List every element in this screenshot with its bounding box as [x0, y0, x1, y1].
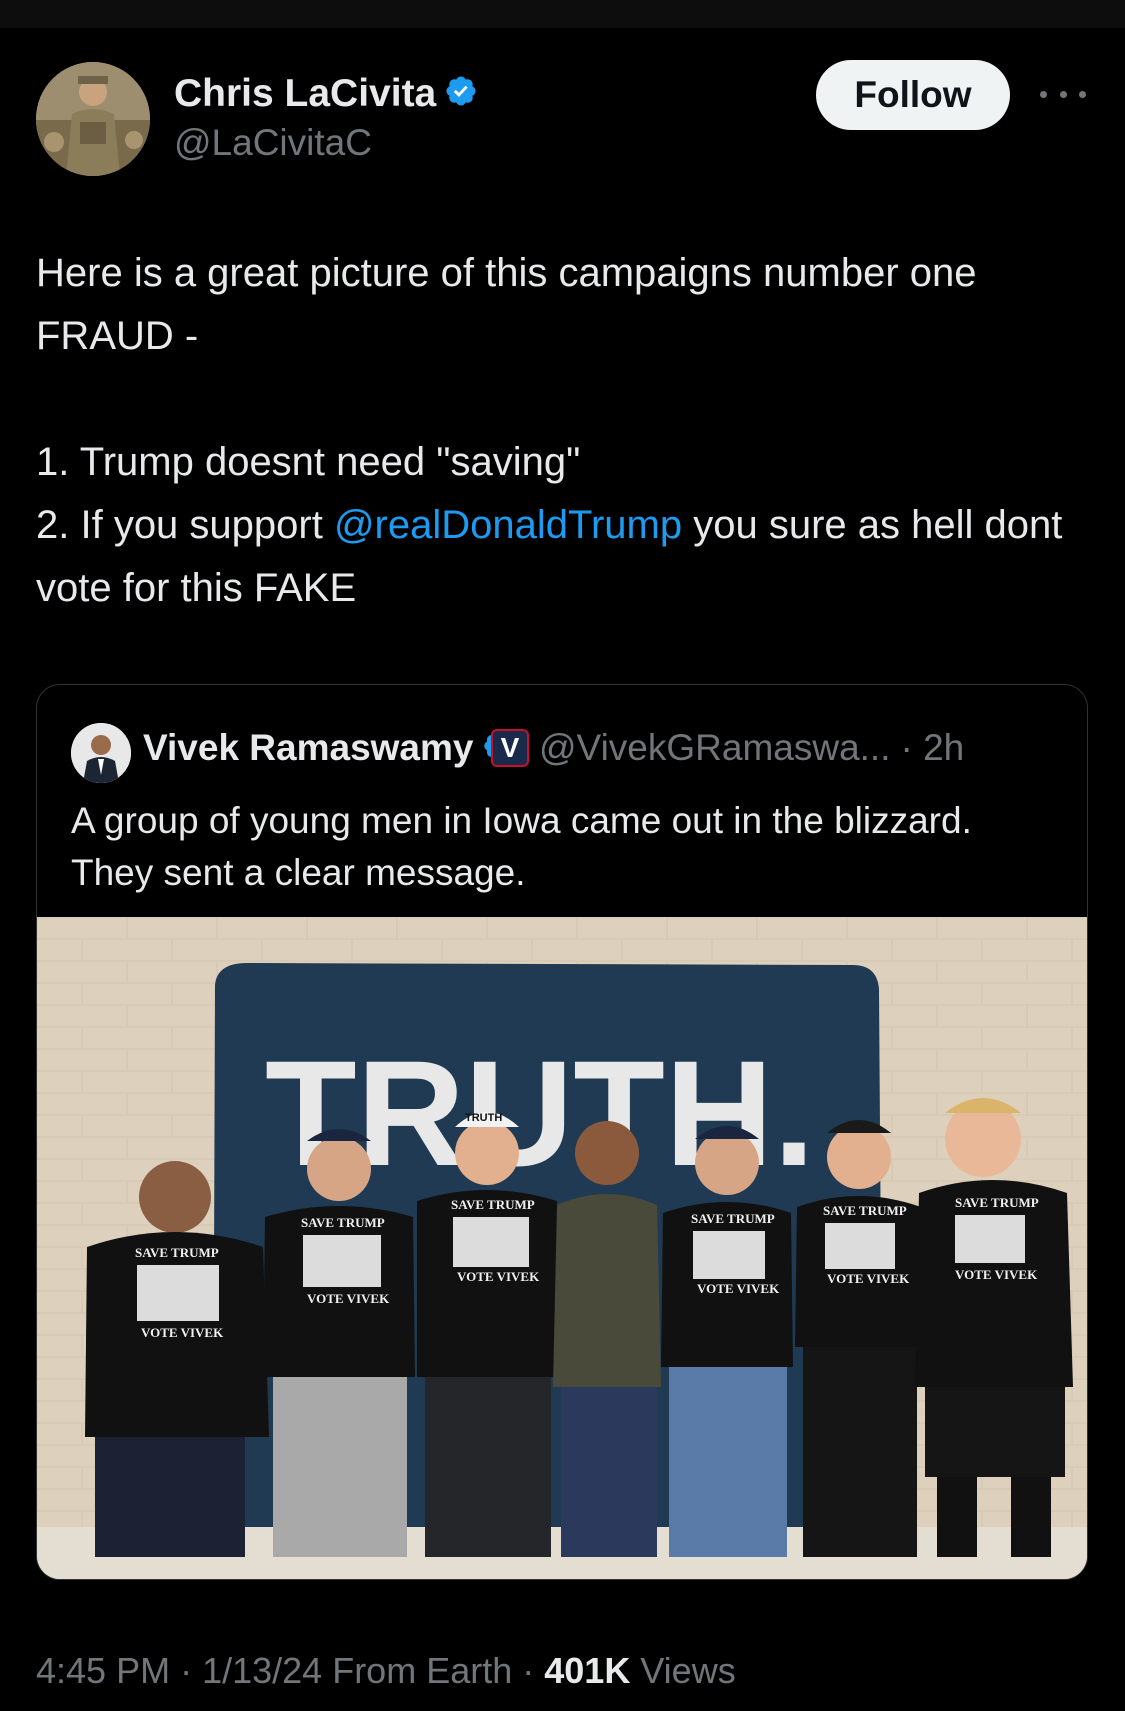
- quoted-tweet-card[interactable]: Vivek Ramaswamy V @VivekGRamaswa... · 2h…: [36, 684, 1088, 1580]
- shirt-5-top: SAVE TRUMP: [691, 1211, 775, 1226]
- shirt-7-top: SAVE TRUMP: [955, 1195, 1039, 1210]
- tweet-line-3-pre: 2. If you support: [36, 503, 334, 547]
- footer-sep-2: ·: [512, 1650, 545, 1691]
- quoted-text-line-2: They sent a clear message.: [71, 852, 526, 893]
- author-avatar[interactable]: [36, 62, 150, 176]
- tweet-line-2: 1. Trump doesnt need "saving": [36, 440, 581, 484]
- mention-link[interactable]: @realDonaldTrump: [334, 503, 682, 547]
- views-label: Views: [630, 1650, 736, 1691]
- verified-badge-icon: [444, 74, 478, 118]
- tweet-date[interactable]: 1/13/24: [202, 1650, 322, 1691]
- tweet-line-3: 2. If you support @realDonaldTrump you s…: [36, 494, 1076, 620]
- shirt-6-bottom: VOTE VIVEK: [827, 1271, 910, 1286]
- shirt-2-top: SAVE TRUMP: [301, 1215, 385, 1230]
- author-name-text: Chris LaCivita: [174, 72, 437, 115]
- footer-sep-1: ·: [170, 1650, 203, 1691]
- shirt-7-bottom: VOTE VIVEK: [955, 1267, 1038, 1282]
- follow-button[interactable]: Follow: [816, 60, 1010, 130]
- shirt-5-bottom: VOTE VIVEK: [697, 1281, 780, 1296]
- tweet-footer: 4:45 PM · 1/13/24 From Earth · 401K View…: [36, 1650, 736, 1692]
- quoted-author-name-text: Vivek Ramaswamy: [143, 727, 474, 768]
- quoted-time: · 2h: [900, 727, 965, 768]
- quoted-handle: @VivekGRamaswa...: [539, 727, 891, 768]
- more-options-icon[interactable]: [1040, 84, 1086, 104]
- status-bar: [0, 0, 1125, 28]
- quoted-photo[interactable]: TRUTH. SAVE TRUMP VOTE VIVEK SAVE TRUMP …: [37, 917, 1087, 1579]
- affiliate-badge-icon: V: [491, 729, 529, 767]
- tweet-line-1: Here is a great picture of this campaign…: [36, 251, 977, 358]
- quoted-meta: V @VivekGRamaswa... · 2h: [491, 727, 964, 769]
- shirt-6-top: SAVE TRUMP: [823, 1203, 907, 1218]
- shirt-1-bottom: VOTE VIVEK: [141, 1325, 224, 1340]
- shirt-3-top: SAVE TRUMP: [451, 1197, 535, 1212]
- tweet-text: Here is a great picture of this campaign…: [36, 242, 1076, 620]
- shirt-2-bottom: VOTE VIVEK: [307, 1291, 390, 1306]
- shirt-3-bottom: VOTE VIVEK: [457, 1269, 540, 1284]
- author-handle[interactable]: @LaCivitaC: [174, 122, 372, 164]
- cap-text: TRUTH: [465, 1112, 502, 1124]
- quoted-text-line-1: A group of young men in Iowa came out in…: [71, 800, 972, 841]
- tweet-time[interactable]: 4:45 PM: [36, 1650, 170, 1691]
- quoted-text: A group of young men in Iowa came out in…: [71, 795, 1061, 899]
- quoted-author-avatar: [71, 723, 131, 783]
- tweet-source: From Earth: [322, 1650, 513, 1691]
- views-count: 401K: [544, 1650, 631, 1691]
- author-name[interactable]: Chris LaCivita: [174, 72, 478, 118]
- quoted-author-name: Vivek Ramaswamy: [143, 727, 514, 771]
- shirt-1-top: SAVE TRUMP: [135, 1245, 219, 1260]
